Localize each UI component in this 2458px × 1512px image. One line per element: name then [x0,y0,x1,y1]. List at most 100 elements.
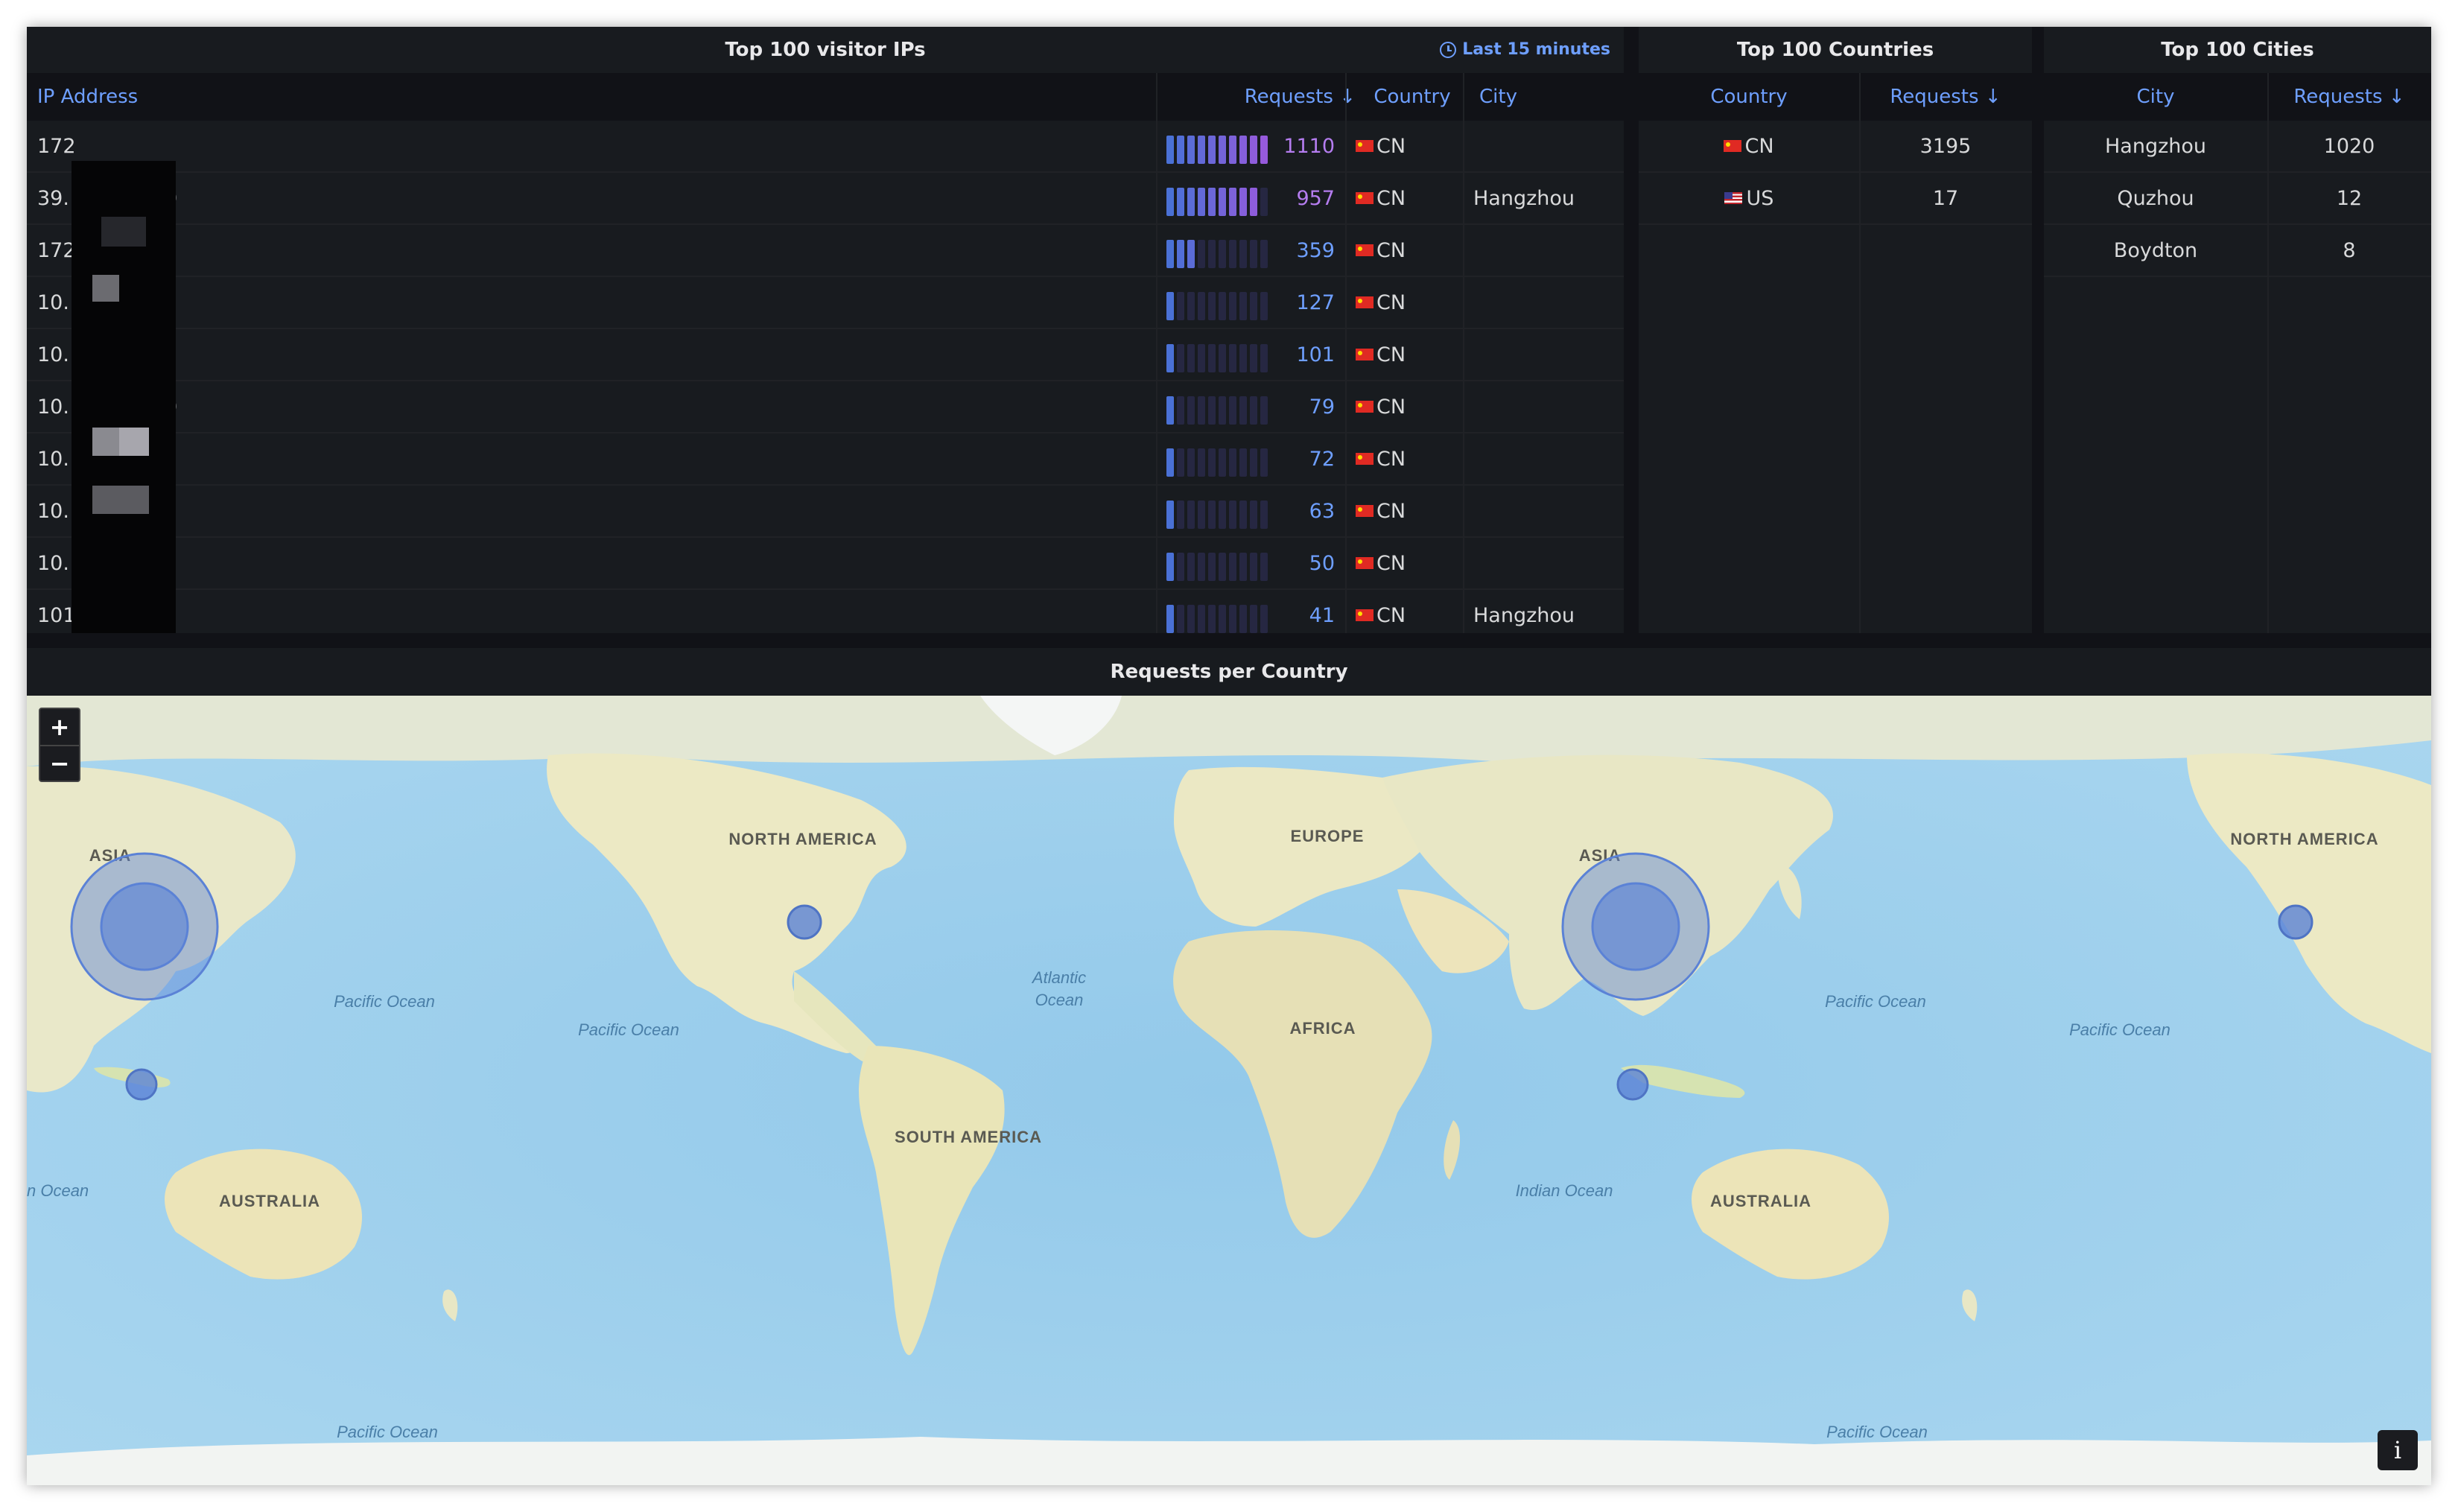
gauge-segment [1260,605,1268,633]
requests-gauge [1166,344,1268,372]
header-city[interactable]: City [1472,73,1517,121]
table-row[interactable]: 10. 63 CN [27,486,1624,538]
gauge-segment [1260,136,1268,164]
gauge-segment [1229,136,1236,164]
ip-address-cell: 10. [37,329,69,380]
table-row[interactable]: Quzhou 12 [2044,173,2431,225]
map-panel-title-text: Requests per Country [1110,661,1348,683]
table-row[interactable]: CN 3195 [1639,121,2032,173]
country-cell: CN [1356,433,1406,484]
city-cell: Hangzhou [1473,173,1575,223]
gauge-segment [1177,344,1184,372]
ip-address-cell: 172 [37,121,76,171]
header-country[interactable]: Country [1356,73,1469,121]
gauge-segment [1229,240,1236,268]
requests-cell: 17 [1859,173,2032,223]
gauge-segment [1208,605,1216,633]
city-cell: Quzhou [2044,173,2267,223]
table-row[interactable]: Hangzhou 1020 [2044,121,2431,173]
marker-us[interactable] [2278,904,2313,940]
gauge-segment [1219,396,1226,425]
gauge-segment [1198,553,1205,581]
gauge-segment [1177,553,1184,581]
flag-icon [1356,296,1374,308]
table-row[interactable]: US 17 [1639,173,2032,225]
country-cell: CN [1356,381,1406,432]
header-city[interactable]: City [2044,73,2267,121]
map-info-button[interactable]: i [2378,1430,2418,1470]
country-code: CN [1376,343,1406,366]
country-code: US [1746,186,1774,210]
gauge-segment [1219,136,1226,164]
ip-address-cell: 101 [37,590,76,633]
cities-panel-title[interactable]: Top 100 Cities [2044,27,2431,73]
gauge-segment [1208,292,1216,320]
country-code: CN [1376,186,1406,210]
table-row[interactable]: Boydton 8 [2044,225,2431,277]
gauge-segment [1219,501,1226,529]
zoom-out-button[interactable]: − [40,745,79,781]
label-pacific-ocean: Pacific Ocean [337,1423,438,1441]
label-pacific-ocean: Pacific Ocean [334,992,435,1011]
ip-panel-title[interactable]: Top 100 visitor IPs [27,27,1624,73]
gauge-segment [1219,448,1226,477]
marker-sea[interactable] [125,1068,158,1101]
country-code: CN [1376,134,1406,158]
gauge-segment [1208,396,1216,425]
table-row[interactable]: 10.079CN [27,381,1624,433]
header-requests[interactable]: Requests ↓ [1156,73,1356,121]
gauge-segment [1198,136,1205,164]
table-row[interactable]: 172 359 CN [27,225,1624,277]
gauge-segment [1239,136,1247,164]
flag-icon [1356,244,1374,256]
table-row[interactable]: 10. 72 CN [27,433,1624,486]
gauge-segment [1187,344,1195,372]
marker-cn-inner[interactable] [1591,882,1680,971]
marker-cn-inner[interactable] [100,882,189,971]
gauge-segment [1239,188,1247,216]
requests-value: 63 [1309,499,1335,523]
gauge-segment [1260,188,1268,216]
countries-panel-title[interactable]: Top 100 Countries [1639,27,2032,73]
table-row[interactable]: 10. 127 CN [27,277,1624,329]
gauge-segment [1239,240,1247,268]
requests-cell: 50 [1166,538,1345,588]
gauge-segment [1177,292,1184,320]
time-range-badge[interactable]: Last 15 minutes [1440,40,1610,59]
table-row[interactable]: 172 1110 CN [27,121,1624,173]
table-row[interactable]: 39.0957CNHangzhou [27,173,1624,225]
clock-icon [1440,41,1457,58]
header-ip-address[interactable]: IP Address [37,73,138,121]
table-row[interactable]: 101 41 CN Hangzhou [27,590,1624,633]
ip-address: 10. [37,395,69,419]
gauge-segment [1177,188,1184,216]
gauge-segment [1208,188,1216,216]
map-panel-title[interactable]: Requests per Country [27,648,2431,696]
requests-cell: 127 [1166,277,1345,328]
flag-icon [1356,609,1374,621]
header-requests[interactable]: Requests ↓ [1859,73,2032,121]
table-row[interactable]: 10. 50 CN [27,538,1624,590]
cities-panel-title-text: Top 100 Cities [2161,39,2314,61]
gauge-segment [1177,136,1184,164]
marker-sea[interactable] [1616,1068,1649,1101]
ip-address: 10. [37,499,69,523]
gauge-segment [1198,448,1205,477]
requests-gauge [1166,605,1268,633]
header-requests[interactable]: Requests ↓ [2267,73,2431,121]
marker-us[interactable] [787,904,822,940]
label-europe: EUROPE [1291,827,1365,845]
world-map-canvas[interactable]: NORTH AMERICA NORTH AMERICA EUROPE ASIA … [27,696,2431,1485]
gauge-segment [1208,240,1216,268]
ip-address: 10. [37,343,69,366]
table-row[interactable]: 10. 101 CN [27,329,1624,381]
world-map[interactable]: NORTH AMERICA NORTH AMERICA EUROPE ASIA … [27,696,2431,1485]
country-cell: CN [1639,121,1859,171]
gauge-segment [1239,501,1247,529]
city-cell: Hangzhou [1473,590,1575,633]
header-requests-label: Requests ↓ [1890,86,2001,108]
header-country[interactable]: Country [1639,73,1859,121]
gauge-segment [1239,605,1247,633]
requests-value: 50 [1309,551,1335,575]
zoom-in-button[interactable]: + [40,709,79,745]
